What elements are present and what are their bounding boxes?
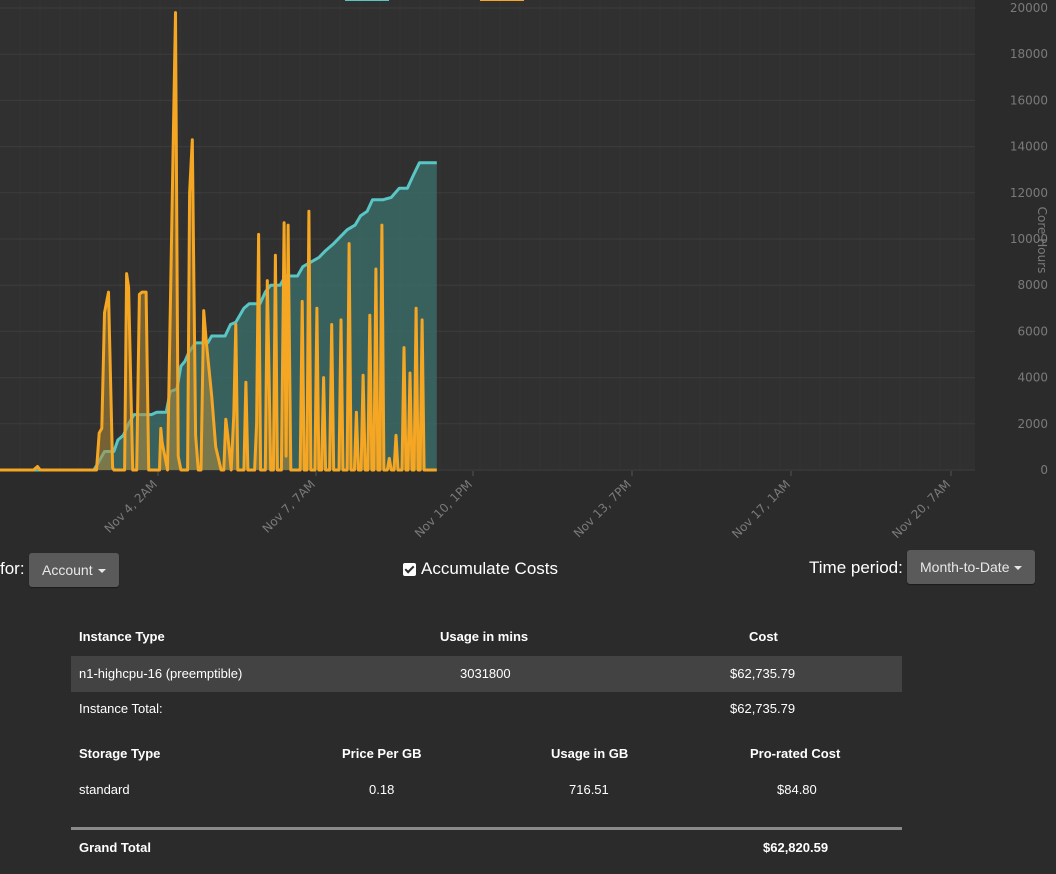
instance-total-value: $62,735.79	[730, 701, 796, 716]
table-row: standard 0.18 716.51 $84.80	[71, 772, 902, 808]
grand-total-value: $62,820.59	[763, 840, 829, 855]
grand-total-label: Grand Total	[79, 840, 151, 855]
time-period-label: Time period:	[809, 558, 903, 577]
time-period-dropdown-label: Month-to-Date	[920, 559, 1010, 575]
accumulate-costs-label: Accumulate Costs	[421, 559, 558, 578]
y-tick-label: 6000	[1017, 324, 1048, 338]
time-period-dropdown-button[interactable]: Month-to-Date	[907, 550, 1036, 584]
instance-total-row: Instance Total: $62,735.79	[71, 691, 902, 727]
usage-gb-cell: 716.51	[569, 782, 609, 797]
cost-header: Cost	[749, 629, 778, 644]
x-tick-label: Nov 4, 2AM	[102, 477, 160, 535]
price-per-gb-cell: 0.18	[369, 782, 395, 797]
legend-swatch-1	[345, 0, 389, 1]
storage-type-cell: standard	[79, 782, 130, 797]
instance-table-header: Instance Type Usage in mins Cost	[71, 619, 902, 655]
accumulate-costs-checkbox[interactable]	[403, 562, 416, 576]
y-tick-label: 0	[1040, 463, 1048, 477]
account-dropdown-label: Account	[42, 562, 93, 578]
instance-type-header: Instance Type	[79, 629, 165, 644]
account-dropdown-button[interactable]: Account	[29, 553, 119, 587]
table-row: n1-highcpu-16 (preemptible) 3031800 $62,…	[71, 656, 902, 692]
legend-swatch-2	[480, 0, 524, 1]
accumulate-costs-toggle[interactable]: Accumulate Costs	[403, 559, 558, 579]
grand-total-line: Grand Total $62,820.59	[71, 830, 902, 866]
usage-mins-cell: 3031800	[460, 666, 511, 681]
usage-gb-header: Usage in GB	[551, 746, 629, 761]
y-axis-title: Core Hours	[1035, 207, 1049, 274]
for-label: for:	[0, 559, 25, 578]
y-tick-label: 2000	[1017, 417, 1048, 431]
chart-svg: 0200040006000800010000120001400016000180…	[0, 0, 1049, 541]
y-tick-label: 4000	[1017, 371, 1048, 385]
caret-down-icon	[1014, 566, 1023, 571]
y-tick-label: 20000	[1010, 1, 1048, 15]
cost-cell: $62,735.79	[730, 666, 796, 681]
core-hours-chart: 0 2000 4000 6000 8000 10000 12000 14000 16000 180…	[0, 0, 1056, 545]
y-tick-label: 16000	[1010, 93, 1048, 107]
x-tick-label: Nov 10, 1PM	[412, 477, 475, 540]
y-tick-label: 8000	[1017, 278, 1048, 292]
storage-table-header: Storage Type Price Per GB Usage in GB Pr…	[71, 736, 902, 772]
instance-total-label: Instance Total:	[79, 701, 163, 716]
storage-type-header: Storage Type	[79, 746, 161, 761]
price-per-gb-header: Price Per GB	[342, 746, 422, 761]
usage-mins-header: Usage in mins	[440, 629, 529, 644]
y-tick-label: 12000	[1010, 186, 1048, 200]
y-tick-label: 18000	[1010, 47, 1048, 61]
instance-type-cell: n1-highcpu-16 (preemptible)	[79, 666, 243, 681]
prorated-cost-header: Pro-rated Cost	[750, 746, 841, 761]
x-tick-label: Nov 20, 7AM	[889, 477, 953, 541]
caret-down-icon	[97, 569, 106, 574]
prorated-cost-cell: $84.80	[777, 782, 817, 797]
x-tick-label: Nov 13, 7PM	[571, 477, 634, 540]
x-tick-label: Nov 17, 1AM	[729, 477, 793, 541]
controls-bar: for: Account Accumulate Costs Time perio…	[0, 545, 1056, 605]
x-tick-label: Nov 7, 7AM	[260, 477, 318, 535]
y-tick-label: 14000	[1010, 140, 1048, 154]
